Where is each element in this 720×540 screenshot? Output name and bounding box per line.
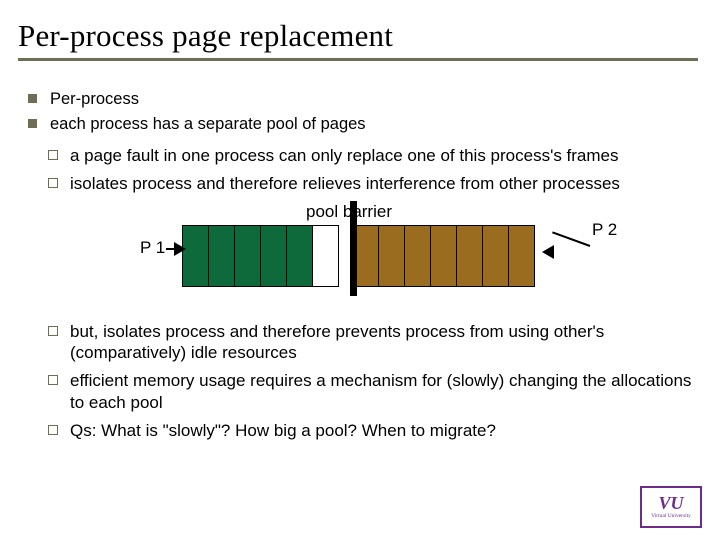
arrow-p2-head <box>542 245 554 259</box>
page-cell-brown <box>508 225 535 287</box>
slide-title: Per-process page replacement <box>18 18 698 61</box>
page-cell-brown <box>482 225 509 287</box>
p1-label: P 1 <box>140 237 165 259</box>
bullet-item: a page fault in one process can only rep… <box>70 145 698 167</box>
page-cell-green <box>208 225 235 287</box>
page-cell-green <box>260 225 287 287</box>
page-cell-brown <box>456 225 483 287</box>
bullet-text: efficient memory usage requires a mechan… <box>70 371 691 412</box>
bullet-list-level2-top: a page fault in one process can only rep… <box>22 145 698 195</box>
pool-barrier-bar <box>350 201 357 296</box>
vu-logo: VU Virtual University <box>640 486 702 528</box>
slide: Per-process page replacement Per-process… <box>0 0 720 540</box>
vu-logo-text: VU <box>658 495 683 511</box>
page-cell-brown <box>404 225 431 287</box>
page-cell-green <box>286 225 313 287</box>
page-cell-brown <box>430 225 457 287</box>
arrow-p2-line <box>552 231 590 247</box>
bullet-list-level1: Per-process each process has a separate … <box>22 89 698 135</box>
bullet-text: a page fault in one process can only rep… <box>70 146 619 165</box>
bullet-text: but, isolates process and therefore prev… <box>70 322 604 363</box>
bullet-item: isolates process and therefore relieves … <box>70 173 698 195</box>
bullet-text: Per-process <box>50 90 139 108</box>
bullet-text: Qs: What is "slowly"? How big a pool? Wh… <box>70 421 496 440</box>
page-cell-green <box>182 225 209 287</box>
slide-content: Per-process each process has a separate … <box>22 89 698 441</box>
bullet-text: isolates process and therefore relieves … <box>70 174 620 193</box>
p2-label: P 2 <box>592 219 617 241</box>
pool-diagram: pool barrier P 1 P 2 <box>22 201 698 311</box>
page-cell-green <box>234 225 261 287</box>
bullet-list-level2-bottom: but, isolates process and therefore prev… <box>22 321 698 442</box>
page-cell-brown <box>378 225 405 287</box>
bullet-item: efficient memory usage requires a mechan… <box>70 370 698 414</box>
bullet-item: Qs: What is "slowly"? How big a pool? Wh… <box>70 420 698 442</box>
bullet-text: each process has a separate pool of page… <box>50 115 366 133</box>
page-cell-empty <box>312 225 339 287</box>
bullet-item: but, isolates process and therefore prev… <box>70 321 698 365</box>
pool-barrier-label: pool barrier <box>306 201 392 223</box>
arrow-p1-head <box>174 242 186 256</box>
bullet-item: Per-process <box>50 89 698 110</box>
page-cells-row <box>182 225 534 287</box>
vu-logo-subtext: Virtual University <box>651 513 691 519</box>
bullet-item: each process has a separate pool of page… <box>50 114 698 135</box>
